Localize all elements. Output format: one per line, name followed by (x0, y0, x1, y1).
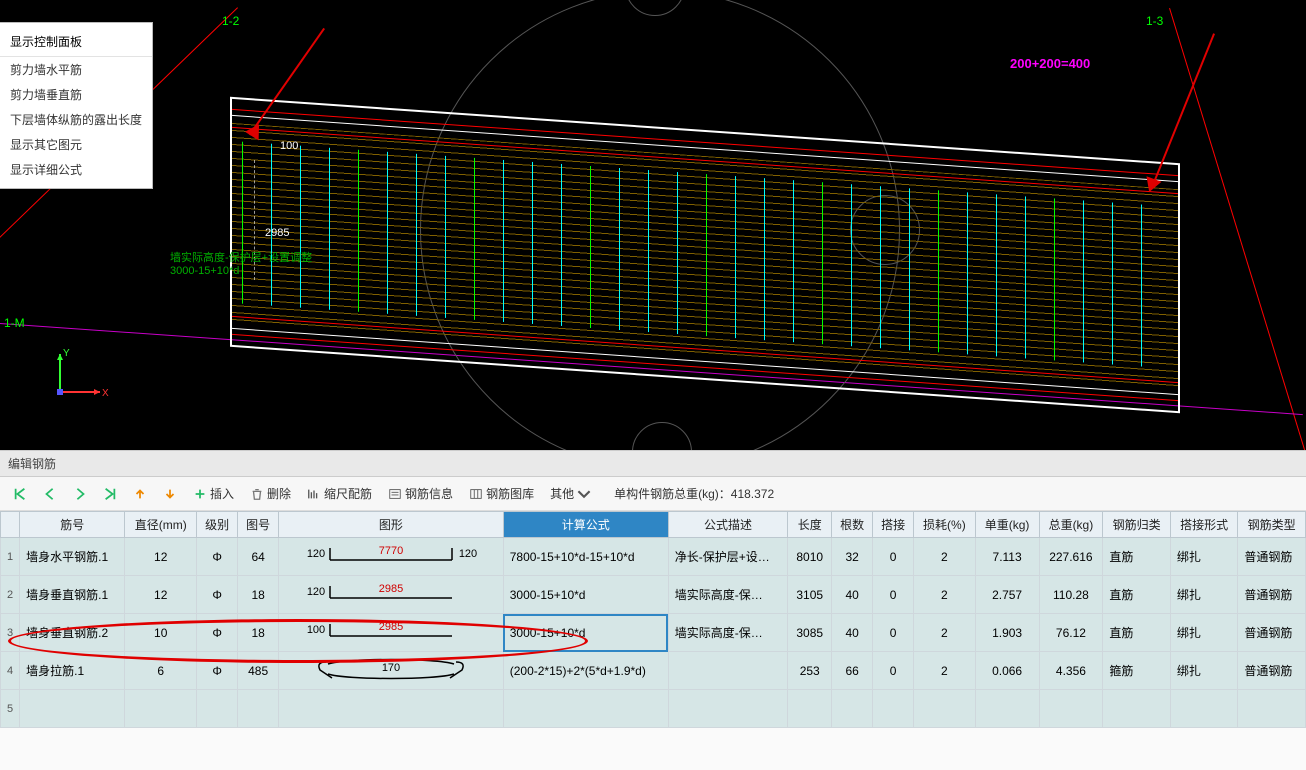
col-header-6[interactable]: 计算公式 (503, 512, 668, 538)
rebar-name-cell[interactable]: 墙身拉筋.1 (20, 652, 125, 690)
magenta-annotation: 200+200=400 (1010, 56, 1090, 71)
grid-label-1-2: 1-2 (222, 14, 239, 28)
col-header-5[interactable]: 图形 (279, 512, 504, 538)
svg-text:100: 100 (307, 624, 325, 636)
rebar-name-cell[interactable]: 墙身水平钢筋.1 (20, 538, 125, 576)
gridline-1-3 (1169, 8, 1306, 450)
table-row[interactable]: 1墙身水平钢筋.112Φ64 120 7770 120 7800-15+10*d… (1, 538, 1306, 576)
col-header-11[interactable]: 损耗(%) (914, 512, 976, 538)
formula-cell[interactable]: 3000-15+10*d (503, 576, 668, 614)
axis-gizmo[interactable]: X Y (50, 342, 110, 402)
table-row[interactable]: 3墙身垂直钢筋.210Φ18 100 2985 3000-15+10*d墙实际高… (1, 614, 1306, 652)
wall-element[interactable] (230, 97, 1180, 413)
svg-text:120: 120 (307, 586, 325, 598)
row-index-cell[interactable]: 1 (1, 538, 20, 576)
rebar-info-button[interactable]: 钢筋信息 (383, 481, 458, 506)
col-header-12[interactable]: 单重(kg) (975, 512, 1039, 538)
panel-title: 显示控制面板 (0, 29, 152, 57)
svg-text:7770: 7770 (379, 545, 403, 557)
svg-text:2985: 2985 (379, 621, 403, 633)
move-down-button[interactable] (158, 483, 182, 505)
row-index-cell[interactable]: 4 (1, 652, 20, 690)
shape-cell[interactable]: 120 2985 (279, 576, 504, 614)
display-control-panel: 显示控制面板 剪力墙水平筋剪力墙垂直筋下层墙体纵筋的露出长度显示其它图元显示详细… (0, 22, 153, 189)
rebar-name-cell[interactable] (20, 690, 125, 728)
row-index-cell[interactable]: 2 (1, 576, 20, 614)
grid-label-1-M: 1-M (4, 316, 25, 330)
move-up-button[interactable] (128, 483, 152, 505)
svg-text:2985: 2985 (379, 583, 403, 595)
insert-button[interactable]: 插入 (188, 481, 239, 506)
row-index-cell[interactable]: 5 (1, 690, 20, 728)
rebar-toolbar: 插入 删除 缩尺配筋 钢筋信息 钢筋图库 其他 单构件钢筋总重(kg)：418.… (0, 477, 1306, 511)
nav-prev-button[interactable] (38, 483, 62, 505)
delete-button[interactable]: 删除 (245, 481, 296, 506)
rebar-name-cell[interactable]: 墙身垂直钢筋.1 (20, 576, 125, 614)
rebar-name-cell[interactable]: 墙身垂直钢筋.2 (20, 614, 125, 652)
panel-item-4[interactable]: 显示详细公式 (0, 157, 152, 182)
col-header-9[interactable]: 根数 (832, 512, 873, 538)
table-row[interactable]: 5 (1, 690, 1306, 728)
other-dropdown[interactable]: 其他 (545, 481, 596, 506)
shape-cell[interactable]: 100 2985 (279, 614, 504, 652)
formula-cell[interactable] (503, 690, 668, 728)
col-header-15[interactable]: 搭接形式 (1170, 512, 1238, 538)
svg-text:170: 170 (382, 662, 400, 674)
svg-text:120: 120 (459, 548, 477, 560)
info-icon (388, 487, 402, 501)
panel-item-3[interactable]: 显示其它图元 (0, 132, 152, 157)
green-formula-note: 墙实际高度-保护层+设置调整 3000-15+10*d (170, 252, 312, 278)
grid-label-1-3: 1-3 (1146, 14, 1163, 28)
col-header-4[interactable]: 图号 (238, 512, 279, 538)
shape-cell[interactable] (279, 690, 504, 728)
total-weight-label: 单构件钢筋总重(kg)：418.372 (614, 485, 774, 502)
col-header-8[interactable]: 长度 (788, 512, 832, 538)
cad-viewport[interactable]: 显示控制面板 剪力墙水平筋剪力墙垂直筋下层墙体纵筋的露出长度显示其它图元显示详细… (0, 0, 1306, 450)
trash-icon (250, 487, 264, 501)
col-header-14[interactable]: 钢筋归类 (1103, 512, 1171, 538)
formula-cell[interactable]: (200-2*15)+2*(5*d+1.9*d) (503, 652, 668, 690)
col-header-10[interactable]: 搭接 (873, 512, 914, 538)
rebar-table[interactable]: 筋号直径(mm)级别图号图形计算公式公式描述长度根数搭接损耗(%)单重(kg)总… (0, 511, 1306, 728)
shape-cell[interactable]: 120 7770 120 (279, 538, 504, 576)
panel-item-1[interactable]: 剪力墙垂直筋 (0, 82, 152, 107)
library-icon (469, 487, 483, 501)
table-row[interactable]: 4墙身拉筋.16Φ485 170 (200-2*15)+2*(5*d+1.9*d… (1, 652, 1306, 690)
col-header-2[interactable]: 直径(mm) (125, 512, 197, 538)
row-index-cell[interactable]: 3 (1, 614, 20, 652)
nav-last-button[interactable] (98, 483, 122, 505)
formula-cell[interactable]: 3000-15+10*d (503, 614, 668, 652)
shape-cell[interactable]: 170 (279, 652, 504, 690)
panel-item-2[interactable]: 下层墙体纵筋的露出长度 (0, 107, 152, 132)
rebar-library-button[interactable]: 钢筋图库 (464, 481, 539, 506)
nav-first-button[interactable] (8, 483, 32, 505)
col-header-3[interactable]: 级别 (197, 512, 238, 538)
col-header-1[interactable]: 筋号 (20, 512, 125, 538)
dimension-2985: 2985 (265, 227, 289, 239)
panel-item-0[interactable]: 剪力墙水平筋 (0, 57, 152, 82)
axis-y-label: Y (63, 348, 70, 359)
svg-text:120: 120 (307, 548, 325, 560)
dimension-100: 100 (280, 140, 298, 152)
chevron-down-icon (577, 487, 591, 501)
col-header-7[interactable]: 公式描述 (668, 512, 788, 538)
rebar-panel: 编辑钢筋 插入 删除 缩尺配筋 钢筋信息 钢筋图库 其他 (0, 450, 1306, 770)
panel-tab[interactable]: 编辑钢筋 (0, 451, 1306, 477)
nav-next-button[interactable] (68, 483, 92, 505)
formula-cell[interactable]: 7800-15+10*d-15+10*d (503, 538, 668, 576)
scale-icon (307, 487, 321, 501)
table-row[interactable]: 2墙身垂直钢筋.112Φ18 120 2985 3000-15+10*d墙实际高… (1, 576, 1306, 614)
col-header-16[interactable]: 钢筋类型 (1238, 512, 1306, 538)
col-header-0[interactable] (1, 512, 20, 538)
scale-rebar-button[interactable]: 缩尺配筋 (302, 481, 377, 506)
col-header-13[interactable]: 总重(kg) (1039, 512, 1103, 538)
insert-icon (193, 487, 207, 501)
axis-x-label: X (102, 388, 109, 399)
